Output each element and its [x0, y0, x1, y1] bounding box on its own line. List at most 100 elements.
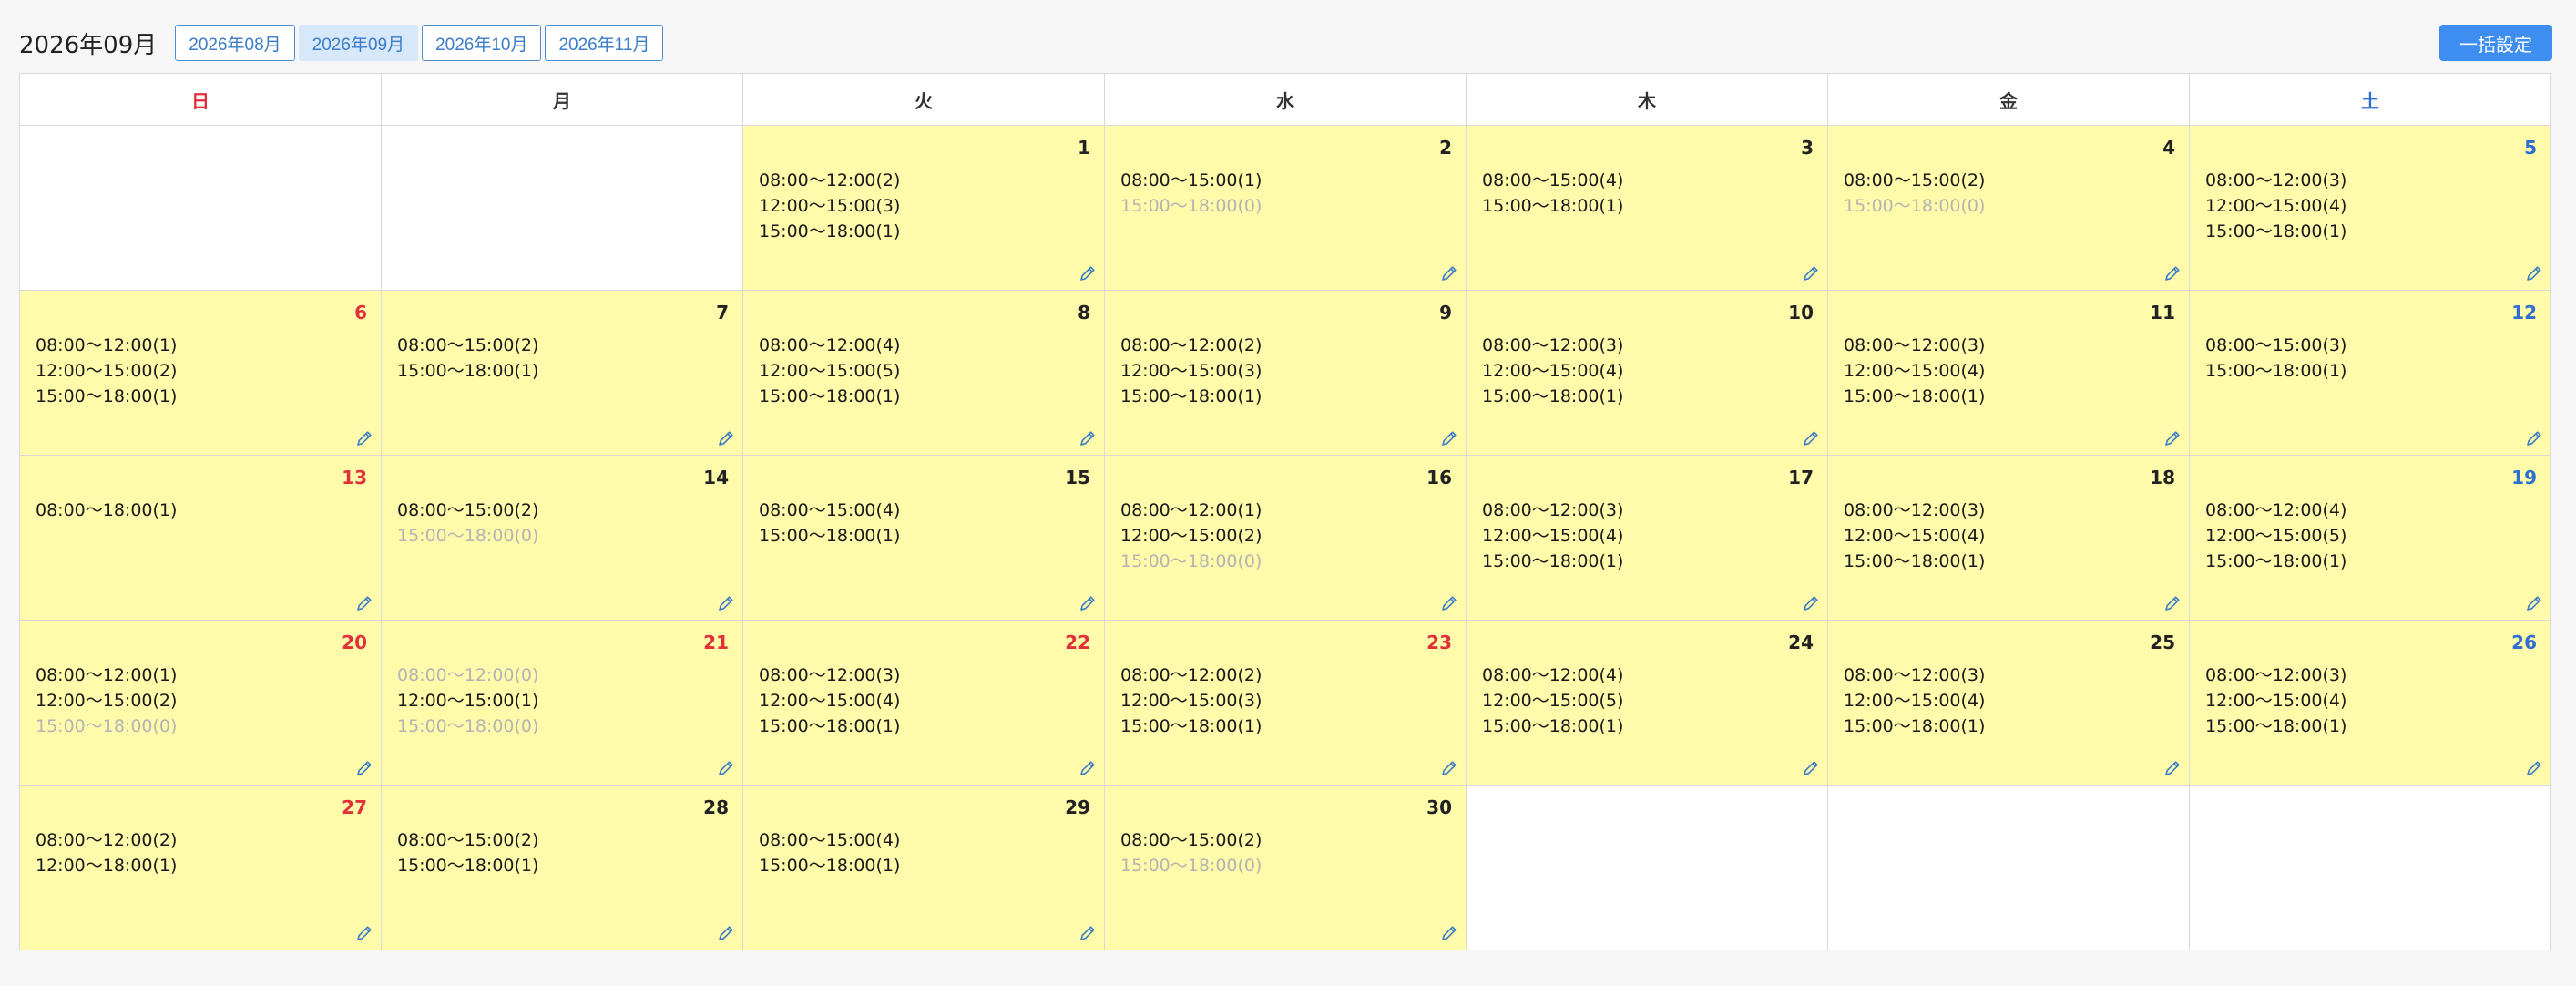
- pencil-edit-icon[interactable]: [1440, 759, 1458, 777]
- pencil-edit-icon[interactable]: [1440, 429, 1458, 447]
- day-number: 23: [1426, 632, 1452, 653]
- time-slot-list: 08:00〜18:00(1): [36, 498, 177, 523]
- time-slot: 08:00〜12:00(1): [1120, 500, 1262, 520]
- calendar-day-cell[interactable]: 16 08:00〜12:00(1) 12:00〜15:00(2) 15:00〜18:0…: [1104, 455, 1467, 621]
- time-slot: 08:00〜12:00(0): [397, 665, 539, 685]
- bulk-settings-button[interactable]: 一括設定: [2439, 25, 2552, 61]
- pencil-edit-icon[interactable]: [717, 429, 735, 447]
- calendar-day-cell[interactable]: 9 08:00〜12:00(2) 12:00〜15:00(3) 15:00〜18:00…: [1104, 290, 1467, 456]
- pencil-edit-icon[interactable]: [355, 429, 373, 447]
- time-slot: 15:00〜18:00(0): [1120, 196, 1262, 216]
- pencil-edit-icon[interactable]: [355, 594, 373, 612]
- calendar-day-cell[interactable]: 18 08:00〜12:00(3) 12:00〜15:00(4) 15:00〜18:0…: [1827, 455, 2190, 621]
- time-slot: 08:00〜15:00(1): [1120, 170, 1262, 190]
- time-slot-list: 08:00〜12:00(4) 12:00〜15:00(5) 15:00〜18:00(…: [759, 333, 900, 409]
- pencil-edit-icon[interactable]: [1078, 759, 1097, 777]
- pencil-edit-icon[interactable]: [717, 924, 735, 942]
- calendar-day-cell[interactable]: 5 08:00〜12:00(3) 12:00〜15:00(4) 15:00〜18:00…: [2189, 125, 2551, 291]
- time-slot: 12:00〜15:00(2): [1120, 526, 1262, 546]
- time-slot: 08:00〜15:00(2): [397, 335, 539, 355]
- month-tab-2026-09[interactable]: 2026年09月: [298, 25, 419, 61]
- calendar-day-cell[interactable]: 10 08:00〜12:00(3) 12:00〜15:00(4) 15:00〜18:0…: [1466, 290, 1828, 456]
- calendar-week-row: 20 08:00〜12:00(1) 12:00〜15:00(2) 15:00〜18:0…: [19, 620, 2551, 786]
- calendar-day-cell[interactable]: 13 08:00〜18:00(1): [19, 455, 382, 621]
- pencil-edit-icon[interactable]: [2525, 429, 2543, 447]
- calendar-day-cell[interactable]: 28 08:00〜15:00(2) 15:00〜18:00(1): [381, 785, 743, 950]
- calendar-day-cell[interactable]: 12 08:00〜15:00(3) 15:00〜18:00(1): [2189, 290, 2551, 456]
- calendar-day-cell[interactable]: 23 08:00〜12:00(2) 12:00〜15:00(3) 15:00〜18:0…: [1104, 620, 1467, 786]
- calendar-day-cell[interactable]: 1 08:00〜12:00(2) 12:00〜15:00(3) 15:00〜18:00…: [742, 125, 1105, 291]
- time-slot-list: 08:00〜15:00(2) 15:00〜18:00(0): [1844, 168, 1985, 219]
- pencil-edit-icon[interactable]: [717, 759, 735, 777]
- calendar-day-cell[interactable]: 7 08:00〜15:00(2) 15:00〜18:00(1): [381, 290, 743, 456]
- time-slot: 08:00〜12:00(2): [1120, 335, 1262, 355]
- time-slot: 12:00〜15:00(5): [1482, 691, 1624, 711]
- pencil-edit-icon[interactable]: [1078, 924, 1097, 942]
- time-slot: 15:00〜18:00(0): [1120, 856, 1262, 876]
- pencil-edit-icon[interactable]: [2525, 594, 2543, 612]
- calendar-day-cell[interactable]: 19 08:00〜12:00(4) 12:00〜15:00(5) 15:00〜18:0…: [2189, 455, 2551, 621]
- pencil-edit-icon[interactable]: [1440, 264, 1458, 282]
- pencil-edit-icon[interactable]: [1802, 759, 1820, 777]
- pencil-edit-icon[interactable]: [355, 924, 373, 942]
- month-tab-2026-11[interactable]: 2026年11月: [545, 25, 664, 61]
- calendar-day-cell[interactable]: 15 08:00〜15:00(4) 15:00〜18:00(1): [742, 455, 1105, 621]
- calendar-day-cell[interactable]: 24 08:00〜12:00(4) 12:00〜15:00(5) 15:00〜18:0…: [1466, 620, 1828, 786]
- calendar-day-cell[interactable]: 27 08:00〜12:00(2) 12:00〜18:00(1): [19, 785, 382, 950]
- calendar-day-cell[interactable]: 22 08:00〜12:00(3) 12:00〜15:00(4) 15:00〜18:0…: [742, 620, 1105, 786]
- time-slot-list: 08:00〜12:00(3) 12:00〜15:00(4) 15:00〜18:00(…: [1844, 333, 1985, 409]
- pencil-edit-icon[interactable]: [355, 759, 373, 777]
- time-slot: 08:00〜15:00(2): [397, 500, 539, 520]
- day-number: 28: [703, 796, 729, 818]
- day-number: 30: [1426, 796, 1452, 818]
- time-slot-list: 08:00〜15:00(4) 15:00〜18:00(1): [759, 827, 900, 878]
- month-tab-2026-10[interactable]: 2026年10月: [422, 25, 542, 61]
- calendar-day-cell[interactable]: 29 08:00〜15:00(4) 15:00〜18:00(1): [742, 785, 1105, 950]
- calendar-day-cell[interactable]: 3 08:00〜15:00(4) 15:00〜18:00(1): [1466, 125, 1828, 291]
- pencil-edit-icon[interactable]: [717, 594, 735, 612]
- time-slot: 15:00〜18:00(1): [36, 386, 178, 406]
- time-slot: 15:00〜18:00(1): [2205, 551, 2347, 571]
- time-slot: 12:00〜15:00(3): [1120, 361, 1262, 381]
- pencil-edit-icon[interactable]: [2525, 759, 2543, 777]
- pencil-edit-icon[interactable]: [1440, 594, 1458, 612]
- calendar-day-cell[interactable]: 20 08:00〜12:00(1) 12:00〜15:00(2) 15:00〜18:0…: [19, 620, 382, 786]
- time-slot: 15:00〜18:00(1): [759, 221, 901, 241]
- calendar-day-cell[interactable]: 14 08:00〜15:00(2) 15:00〜18:00(0): [381, 455, 743, 621]
- pencil-edit-icon[interactable]: [1440, 924, 1458, 942]
- pencil-edit-icon[interactable]: [1802, 594, 1820, 612]
- day-number: 13: [342, 467, 367, 488]
- calendar-empty-cell: [19, 125, 382, 291]
- time-slot: 12:00〜15:00(4): [1844, 526, 1986, 546]
- weekday-header-row: 日 月 火 水 木 金 土: [19, 73, 2551, 126]
- time-slot: 08:00〜12:00(4): [2205, 500, 2347, 520]
- calendar-day-cell[interactable]: 26 08:00〜12:00(3) 12:00〜15:00(4) 15:00〜18:0…: [2189, 620, 2551, 786]
- pencil-edit-icon[interactable]: [2163, 594, 2182, 612]
- pencil-edit-icon[interactable]: [1078, 264, 1097, 282]
- time-slot: 12:00〜15:00(4): [1482, 361, 1624, 381]
- calendar-day-cell[interactable]: 25 08:00〜12:00(3) 12:00〜15:00(4) 15:00〜18:0…: [1827, 620, 2190, 786]
- calendar-day-cell[interactable]: 2 08:00〜15:00(1) 15:00〜18:00(0): [1104, 125, 1467, 291]
- calendar-day-cell[interactable]: 21 08:00〜12:00(0) 12:00〜15:00(1) 15:00〜18:0…: [381, 620, 743, 786]
- pencil-edit-icon[interactable]: [1802, 429, 1820, 447]
- time-slot: 08:00〜12:00(3): [1844, 335, 1986, 355]
- pencil-edit-icon[interactable]: [2525, 264, 2543, 282]
- time-slot-list: 08:00〜12:00(3) 12:00〜15:00(4) 15:00〜18:00(…: [2205, 168, 2346, 244]
- calendar-day-cell[interactable]: 4 08:00〜15:00(2) 15:00〜18:00(0): [1827, 125, 2190, 291]
- pencil-edit-icon[interactable]: [1078, 594, 1097, 612]
- pencil-edit-icon[interactable]: [1802, 264, 1820, 282]
- pencil-edit-icon[interactable]: [1078, 429, 1097, 447]
- time-slot: 15:00〜18:00(0): [1844, 196, 1986, 216]
- pencil-edit-icon[interactable]: [2163, 429, 2182, 447]
- calendar-day-cell[interactable]: 17 08:00〜12:00(3) 12:00〜15:00(4) 15:00〜18:0…: [1466, 455, 1828, 621]
- pencil-edit-icon[interactable]: [2163, 264, 2182, 282]
- time-slot: 15:00〜18:00(1): [1120, 716, 1262, 736]
- pencil-edit-icon[interactable]: [2163, 759, 2182, 777]
- month-tab-2026-08[interactable]: 2026年08月: [175, 25, 295, 61]
- calendar-day-cell[interactable]: 6 08:00〜12:00(1) 12:00〜15:00(2) 15:00〜18:00…: [19, 290, 382, 456]
- time-slot: 12:00〜15:00(4): [1482, 526, 1624, 546]
- calendar-day-cell[interactable]: 8 08:00〜12:00(4) 12:00〜15:00(5) 15:00〜18:00…: [742, 290, 1105, 456]
- time-slot: 15:00〜18:00(1): [397, 361, 539, 381]
- calendar-day-cell[interactable]: 11 08:00〜12:00(3) 12:00〜15:00(4) 15:00〜18:0…: [1827, 290, 2190, 456]
- calendar-day-cell[interactable]: 30 08:00〜15:00(2) 15:00〜18:00(0): [1104, 785, 1467, 950]
